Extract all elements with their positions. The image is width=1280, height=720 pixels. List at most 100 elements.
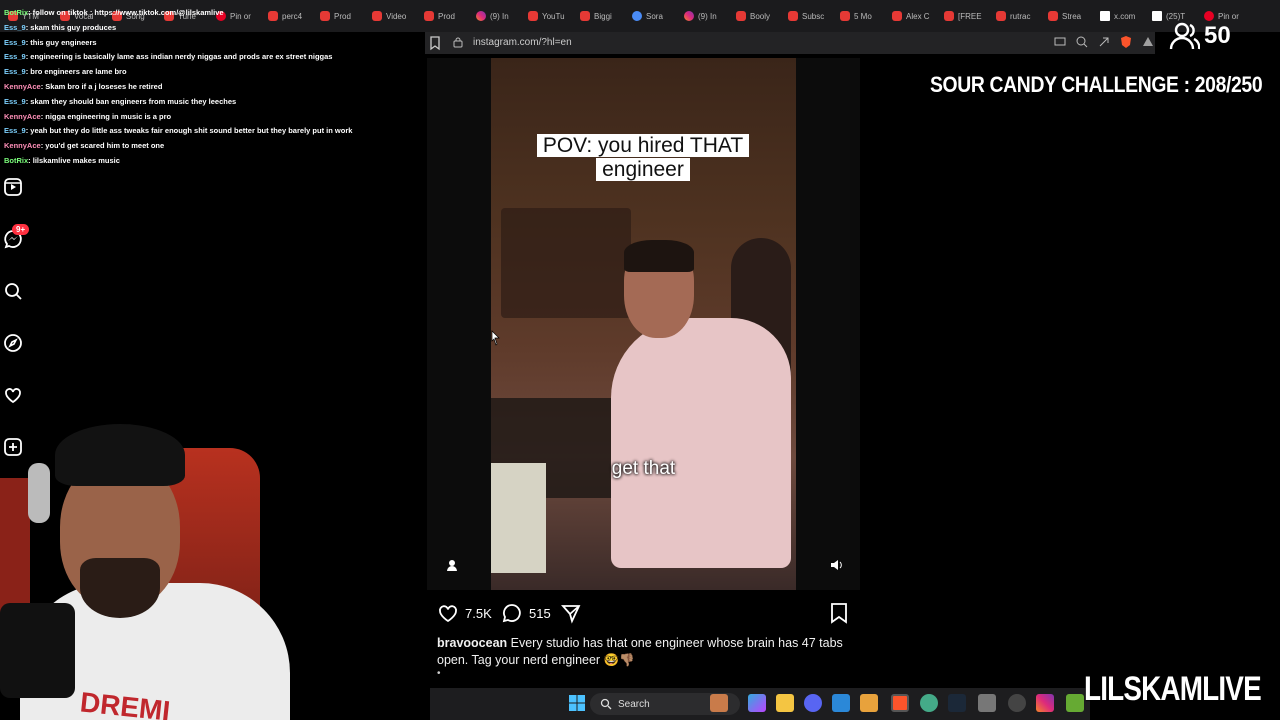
tab-label: Pin or <box>1218 11 1239 21</box>
reels-icon[interactable] <box>2 176 24 198</box>
chat-text: : lilskamlive makes music <box>28 155 120 165</box>
notifications-heart-icon[interactable] <box>2 384 24 406</box>
video-subtitle: get that <box>611 458 676 479</box>
tab-label: Sora <box>646 11 663 21</box>
chat-username[interactable]: KennyAce <box>4 112 41 121</box>
tab-label: Strea <box>1062 11 1082 21</box>
tab-label: x.com <box>1114 11 1136 21</box>
chat-username[interactable]: Ess_9 <box>4 126 26 135</box>
reel-video[interactable]: POV: you hired THAT engineer get that <box>491 58 796 590</box>
cast-icon[interactable] <box>1053 35 1067 49</box>
share-icon[interactable] <box>1097 35 1111 49</box>
site-info-icon[interactable] <box>453 37 463 48</box>
caption-more[interactable]: • <box>437 669 857 679</box>
youtube-icon <box>528 11 538 21</box>
widget-icon[interactable] <box>710 694 728 712</box>
notification-badge: 9+ <box>12 224 30 235</box>
tab-label: Alex C <box>906 11 930 21</box>
youtube-icon <box>580 11 590 21</box>
chat-text: : bro engineers are lame bro <box>25 67 127 77</box>
app-icon[interactable] <box>860 694 878 712</box>
address-bar[interactable]: instagram.com/?hl=en <box>425 32 1155 54</box>
browser-tab[interactable]: x.com <box>1094 4 1144 28</box>
chat-text: : you'd get scared him to meet one <box>40 141 165 151</box>
chat-username[interactable]: KennyAce <box>4 141 41 150</box>
app-icon-3[interactable] <box>1008 694 1026 712</box>
heart-icon[interactable] <box>437 602 459 624</box>
chat-message: Ess_9: engineering is basically lame ass… <box>0 50 420 65</box>
browser-tab[interactable]: Booly <box>730 4 780 28</box>
microphone <box>0 603 75 698</box>
tab-label: rutrac <box>1010 11 1031 21</box>
chat-text: : engineering is basically lame ass indi… <box>25 52 333 62</box>
browser-tab[interactable]: 5 Mo <box>834 4 884 28</box>
like-action[interactable]: 7.5K <box>437 602 492 624</box>
brave-rewards-icon[interactable] <box>1141 35 1155 49</box>
discord-icon[interactable] <box>804 694 822 712</box>
browser-tab[interactable]: Prod <box>418 4 468 28</box>
browser-tab[interactable]: Alex C <box>886 4 936 28</box>
windows-start-icon[interactable] <box>568 694 586 712</box>
streamer-webcam: DREMI <box>0 408 310 720</box>
chat-text: : nigga engineering in music is a pro <box>40 111 172 121</box>
file-explorer-icon[interactable] <box>776 694 794 712</box>
viewer-number: 50 <box>1204 22 1231 49</box>
browser-tab[interactable]: Biggi <box>574 4 624 28</box>
chat-text: : this guy engineers <box>25 37 97 47</box>
tiktok-icon <box>1152 11 1162 21</box>
viewer-count: 50 <box>1168 22 1231 50</box>
save-icon[interactable] <box>829 602 849 624</box>
streamer-durag <box>55 424 185 486</box>
chat-username[interactable]: KennyAce <box>4 82 41 91</box>
store-icon[interactable] <box>832 694 850 712</box>
chat-username[interactable]: BotRix <box>4 8 28 17</box>
chat-username[interactable]: BotRix <box>4 156 28 165</box>
chat-message: KennyAce: Skam bro if a j loseses he ret… <box>0 80 420 95</box>
mouse-cursor-icon <box>491 330 500 346</box>
search-icon[interactable] <box>2 280 24 302</box>
copilot-icon[interactable] <box>748 694 766 712</box>
caption-username[interactable]: bravoocean <box>437 636 507 650</box>
tab-label: YouTu <box>542 11 565 21</box>
chat-username[interactable]: Ess_9 <box>4 97 26 106</box>
app-icon-2[interactable] <box>978 694 996 712</box>
browser-tab[interactable]: (9) In <box>678 4 728 28</box>
instagram-icon[interactable] <box>1036 694 1054 712</box>
brave-icon[interactable] <box>891 694 909 712</box>
instagram-icon <box>476 11 486 21</box>
browser-tab[interactable]: YouTu <box>522 4 572 28</box>
headphones <box>28 463 50 523</box>
youtube-icon <box>996 11 1006 21</box>
browser-tab[interactable]: Sora <box>626 4 676 28</box>
browser-tab[interactable]: Strea <box>1042 4 1092 28</box>
chat-username[interactable]: Ess_9 <box>4 38 26 47</box>
volume-icon[interactable] <box>829 558 843 572</box>
engineer-hair <box>624 240 694 272</box>
app-icon-4[interactable] <box>1066 694 1084 712</box>
chat-message: Ess_9: skam this guy produces <box>0 21 420 36</box>
tab-label: Biggi <box>594 11 612 21</box>
share-icon[interactable] <box>560 602 582 624</box>
steam-icon[interactable] <box>948 694 966 712</box>
chat-username[interactable]: Ess_9 <box>4 52 26 61</box>
bookmark-icon[interactable] <box>427 35 443 51</box>
comment-icon[interactable] <box>501 602 523 624</box>
url-text[interactable]: instagram.com/?hl=en <box>473 37 572 48</box>
chat-username[interactable]: Ess_9 <box>4 67 26 76</box>
browser-tab[interactable]: rutrac <box>990 4 1040 28</box>
tab-label: [FREE <box>958 11 982 21</box>
tab-label: Subsc <box>802 11 825 21</box>
instagram-post: POV: you hired THAT engineer get that <box>427 58 860 590</box>
brave-shield-icon[interactable] <box>1119 35 1133 49</box>
zoom-icon[interactable] <box>1075 35 1089 49</box>
explore-icon[interactable] <box>2 332 24 354</box>
search-icon <box>600 698 612 710</box>
browser-tab[interactable]: Subsc <box>782 4 832 28</box>
comment-action[interactable]: 515 <box>501 602 551 624</box>
chat-message: BotRix: follow on tiktok : https://www.t… <box>0 6 420 21</box>
browser-tab[interactable]: (9) In <box>470 4 520 28</box>
tagged-user-icon[interactable] <box>445 558 459 572</box>
chat-username[interactable]: Ess_9 <box>4 23 26 32</box>
chrome-icon[interactable] <box>920 694 938 712</box>
browser-tab[interactable]: [FREE <box>938 4 988 28</box>
